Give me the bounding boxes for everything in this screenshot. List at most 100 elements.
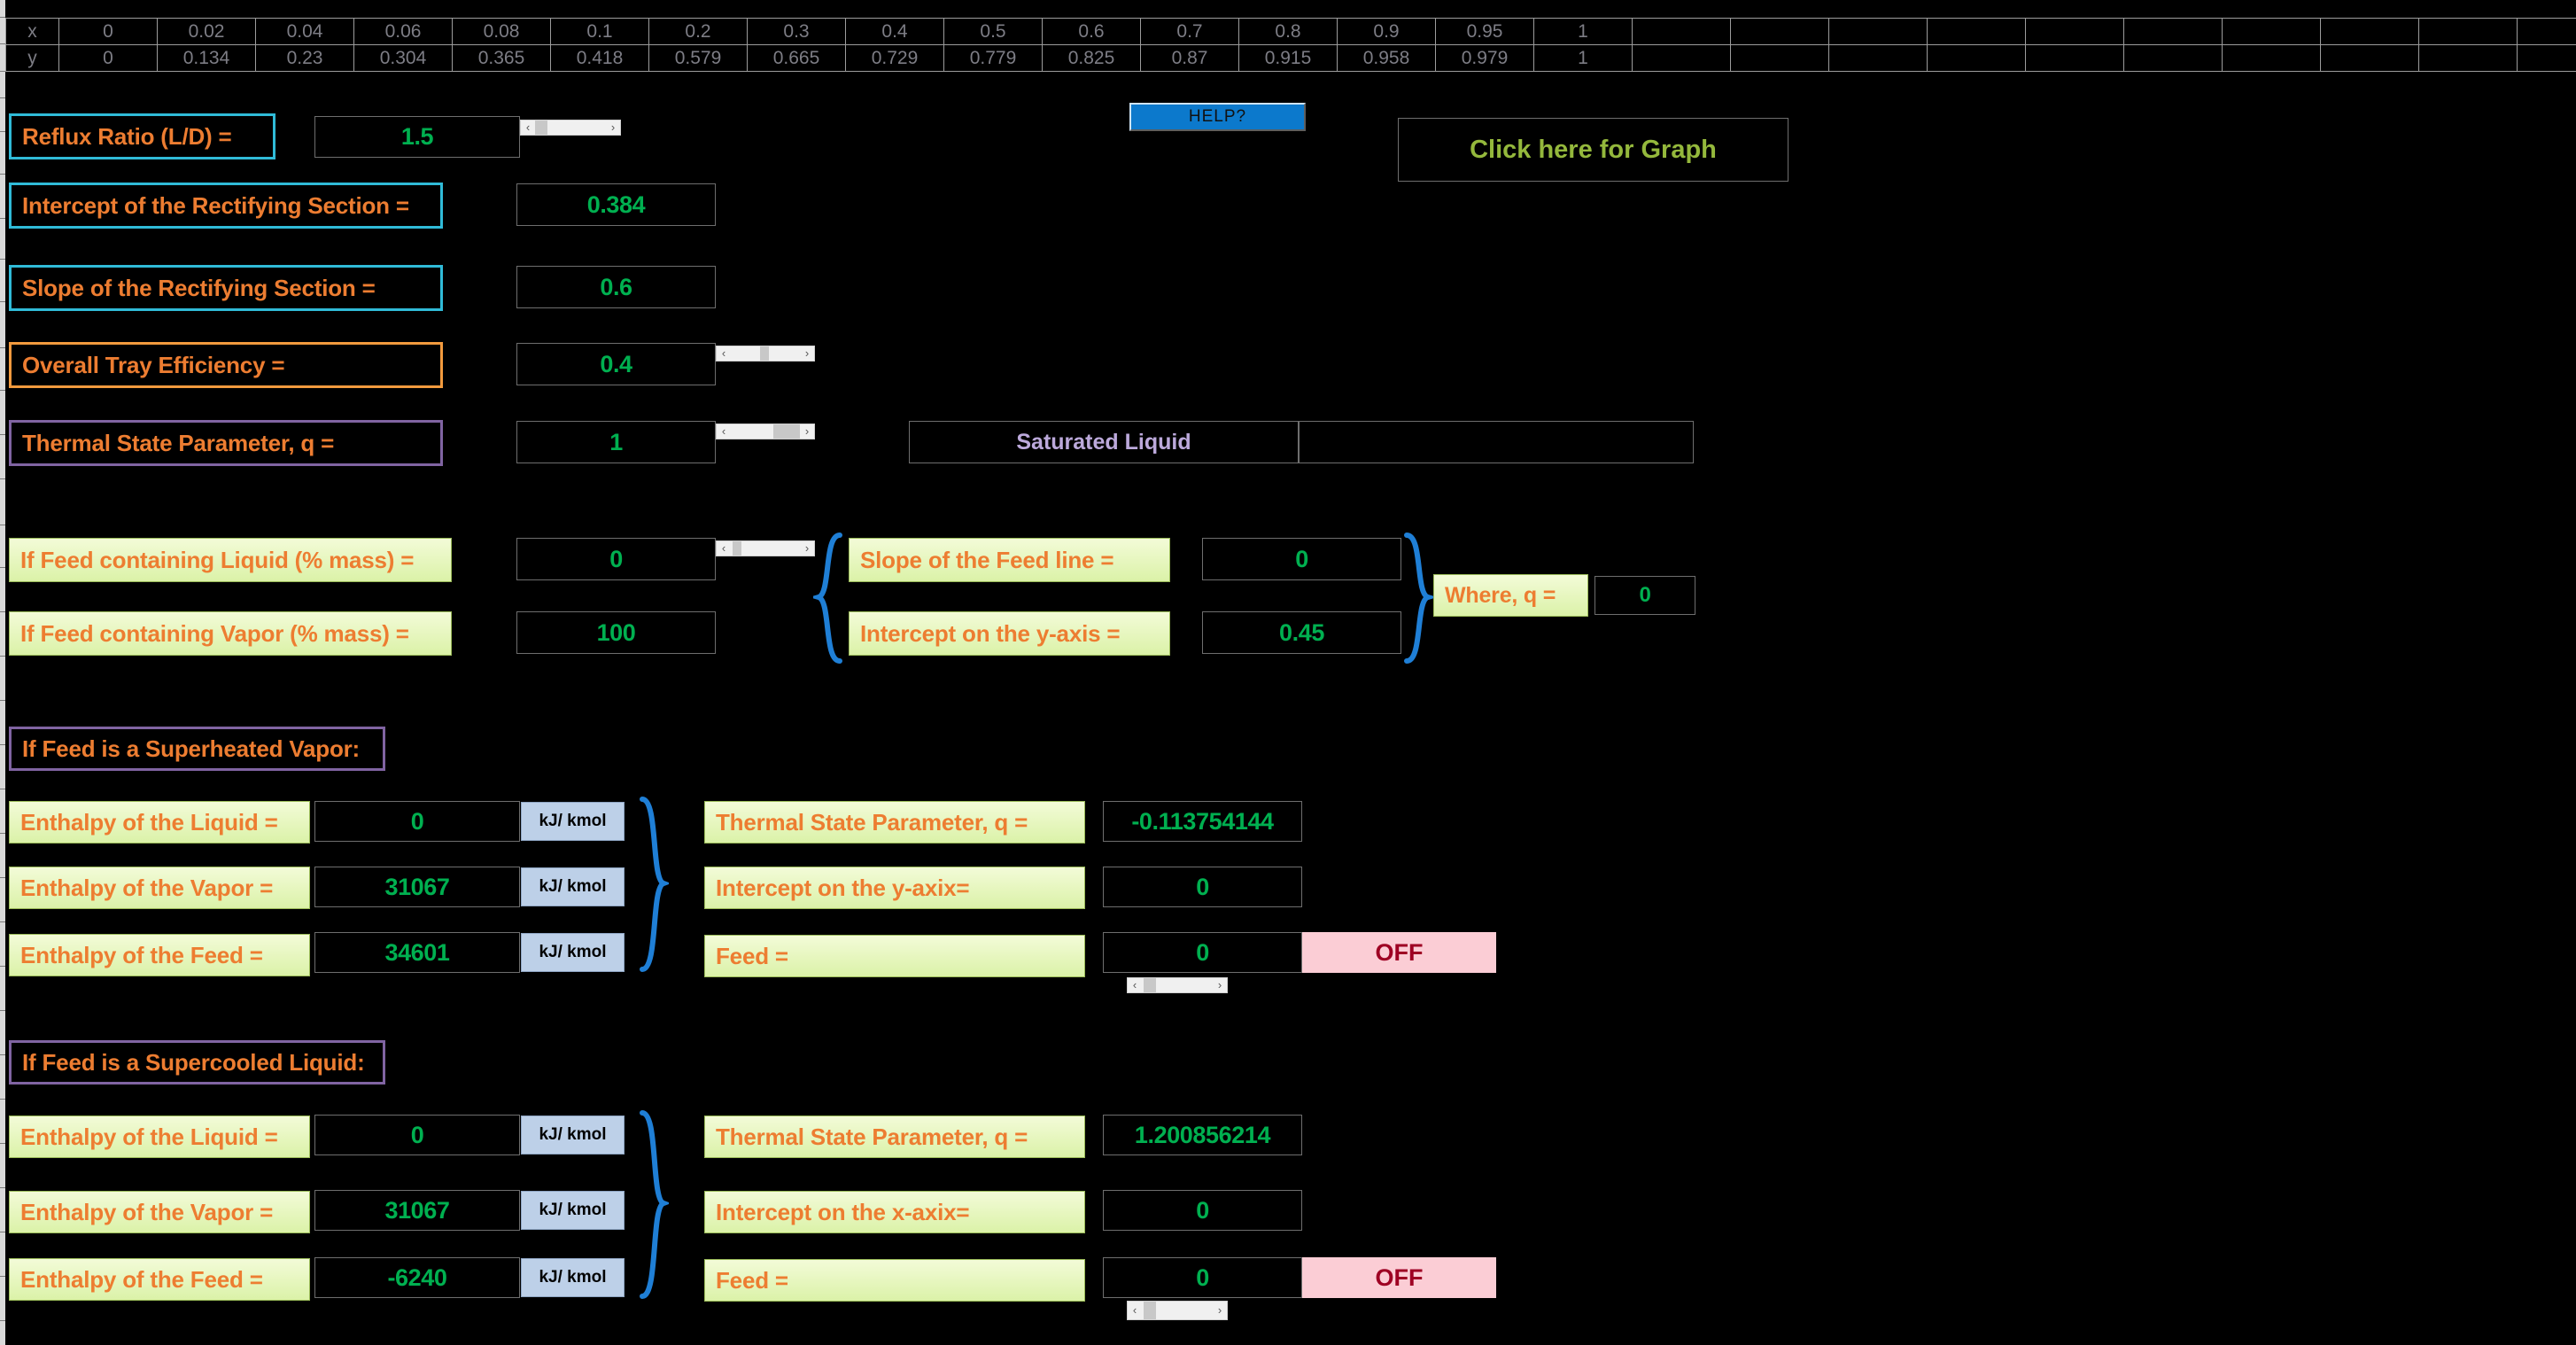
x-empty-1[interactable] (1730, 18, 1829, 45)
scroll-thumb[interactable] (1144, 978, 1156, 992)
y-empty-2[interactable] (1828, 44, 1928, 72)
where-q-value[interactable]: 0 (1594, 576, 1695, 615)
scroll-right-arrow-icon[interactable]: › (800, 424, 814, 439)
scroll-right-arrow-icon[interactable]: › (800, 541, 814, 556)
scroll-right-arrow-icon[interactable]: › (606, 121, 620, 135)
supercooled-toggle-status-badge[interactable]: OFF (1302, 1257, 1496, 1298)
equilibrium-data-table[interactable]: x 0 0.02 0.04 0.06 0.08 0.1 0.2 0.3 0.4 … (5, 18, 2576, 72)
superheated-q-value[interactable]: -0.113754144 (1103, 801, 1302, 842)
y-empty-4[interactable] (2025, 44, 2124, 72)
y-cell-9[interactable]: 0.779 (943, 44, 1043, 72)
y-cell-5[interactable]: 0.418 (550, 44, 649, 72)
y-cell-12[interactable]: 0.915 (1238, 44, 1338, 72)
y-empty-5[interactable] (2123, 44, 2223, 72)
y-empty-3[interactable] (1927, 44, 2026, 72)
feed-vapor-pct-value[interactable]: 100 (516, 611, 716, 654)
x-cell-7[interactable]: 0.3 (747, 18, 846, 45)
rectifying-intercept-value[interactable]: 0.384 (516, 183, 716, 226)
x-cell-6[interactable]: 0.2 (648, 18, 748, 45)
supercooled-feed-value[interactable]: 0 (1103, 1257, 1302, 1298)
y-empty-0[interactable] (1632, 44, 1731, 72)
x-empty-3[interactable] (1927, 18, 2026, 45)
thermal-state-value[interactable]: 1 (516, 421, 716, 463)
y-empty-6[interactable] (2222, 44, 2321, 72)
scroll-thumb[interactable] (773, 424, 800, 439)
x-cell-1[interactable]: 0.02 (157, 18, 256, 45)
x-cell-11[interactable]: 0.7 (1140, 18, 1239, 45)
superheated-toggle-status-badge[interactable]: OFF (1302, 932, 1496, 973)
scroll-left-arrow-icon[interactable]: ‹ (521, 121, 535, 135)
help-button[interactable]: HELP? (1129, 103, 1306, 131)
x-cell-8[interactable]: 0.4 (845, 18, 944, 45)
x-empty-0[interactable] (1632, 18, 1731, 45)
supercooled-intercept-value[interactable]: 0 (1103, 1190, 1302, 1231)
superheated-intercept-value[interactable]: 0 (1103, 867, 1302, 907)
scroll-right-arrow-icon[interactable]: › (1213, 1303, 1227, 1318)
y-cell-2[interactable]: 0.23 (255, 44, 354, 72)
x-cell-4[interactable]: 0.08 (452, 18, 551, 45)
superheated-feed-scrollbar[interactable]: ‹ › (1127, 977, 1228, 993)
x-cell-9[interactable]: 0.5 (943, 18, 1043, 45)
scroll-thumb[interactable] (535, 121, 547, 135)
scroll-track[interactable] (731, 346, 800, 361)
x-cell-3[interactable]: 0.06 (353, 18, 453, 45)
scroll-track[interactable] (731, 424, 800, 439)
y-cell-11[interactable]: 0.87 (1140, 44, 1239, 72)
scroll-track[interactable] (535, 121, 606, 135)
x-empty-2[interactable] (1828, 18, 1928, 45)
scroll-right-arrow-icon[interactable]: › (800, 346, 814, 361)
rectifying-slope-value[interactable]: 0.6 (516, 266, 716, 308)
scroll-thumb[interactable] (733, 541, 741, 556)
y-cell-15[interactable]: 1 (1533, 44, 1633, 72)
x-empty-5[interactable] (2123, 18, 2223, 45)
supercooled-feed-scrollbar[interactable]: ‹ › (1127, 1301, 1228, 1320)
y-cell-10[interactable]: 0.825 (1042, 44, 1141, 72)
table-row-x[interactable]: x 0 0.02 0.04 0.06 0.08 0.1 0.2 0.3 0.4 … (5, 18, 2576, 45)
x-empty-4[interactable] (2025, 18, 2124, 45)
scroll-left-arrow-icon[interactable]: ‹ (1128, 978, 1142, 992)
feed-liquid-pct-value[interactable]: 0 (516, 538, 716, 580)
scroll-track[interactable] (1142, 1302, 1213, 1319)
superheated-enthalpy-feed-value[interactable]: 34601 (314, 932, 520, 973)
y-empty-9[interactable] (2517, 44, 2576, 72)
y-empty-8[interactable] (2418, 44, 2518, 72)
superheated-enthalpy-vapor-value[interactable]: 31067 (314, 867, 520, 907)
superheated-feed-value[interactable]: 0 (1103, 932, 1302, 973)
x-empty-6[interactable] (2222, 18, 2321, 45)
scroll-left-arrow-icon[interactable]: ‹ (717, 424, 731, 439)
x-cell-12[interactable]: 0.8 (1238, 18, 1338, 45)
y-cell-0[interactable]: 0 (58, 44, 158, 72)
thermal-state-scrollbar[interactable]: ‹ › (716, 424, 815, 439)
scroll-track[interactable] (1142, 978, 1213, 992)
scroll-thumb[interactable] (760, 346, 769, 361)
x-empty-8[interactable] (2418, 18, 2518, 45)
y-cell-1[interactable]: 0.134 (157, 44, 256, 72)
superheated-enthalpy-liquid-value[interactable]: 0 (314, 801, 520, 842)
reflux-ratio-scrollbar[interactable]: ‹ › (520, 120, 621, 136)
table-row-y[interactable]: y 0 0.134 0.23 0.304 0.365 0.418 0.579 0… (5, 44, 2576, 72)
x-cell-10[interactable]: 0.6 (1042, 18, 1141, 45)
scroll-left-arrow-icon[interactable]: ‹ (717, 346, 731, 361)
x-cell-15[interactable]: 1 (1533, 18, 1633, 45)
y-empty-7[interactable] (2320, 44, 2419, 72)
scroll-thumb[interactable] (1144, 1302, 1156, 1319)
supercooled-q-value[interactable]: 1.200856214 (1103, 1115, 1302, 1155)
feed-line-slope-value[interactable]: 0 (1202, 538, 1401, 580)
supercooled-enthalpy-liquid-value[interactable]: 0 (314, 1115, 520, 1155)
scroll-right-arrow-icon[interactable]: › (1213, 978, 1227, 992)
scroll-track[interactable] (731, 541, 800, 556)
y-cell-8[interactable]: 0.729 (845, 44, 944, 72)
supercooled-enthalpy-vapor-value[interactable]: 31067 (314, 1190, 520, 1231)
x-cell-14[interactable]: 0.95 (1435, 18, 1534, 45)
x-empty-9[interactable] (2517, 18, 2576, 45)
tray-efficiency-scrollbar[interactable]: ‹ › (716, 346, 815, 362)
feed-line-intercept-value[interactable]: 0.45 (1202, 611, 1401, 654)
y-cell-3[interactable]: 0.304 (353, 44, 453, 72)
y-cell-6[interactable]: 0.579 (648, 44, 748, 72)
y-cell-14[interactable]: 0.979 (1435, 44, 1534, 72)
supercooled-enthalpy-feed-value[interactable]: -6240 (314, 1257, 520, 1298)
feed-liquid-pct-scrollbar[interactable]: ‹ › (716, 540, 815, 556)
reflux-ratio-value[interactable]: 1.5 (314, 116, 520, 158)
scroll-left-arrow-icon[interactable]: ‹ (1128, 1303, 1142, 1318)
y-cell-4[interactable]: 0.365 (452, 44, 551, 72)
